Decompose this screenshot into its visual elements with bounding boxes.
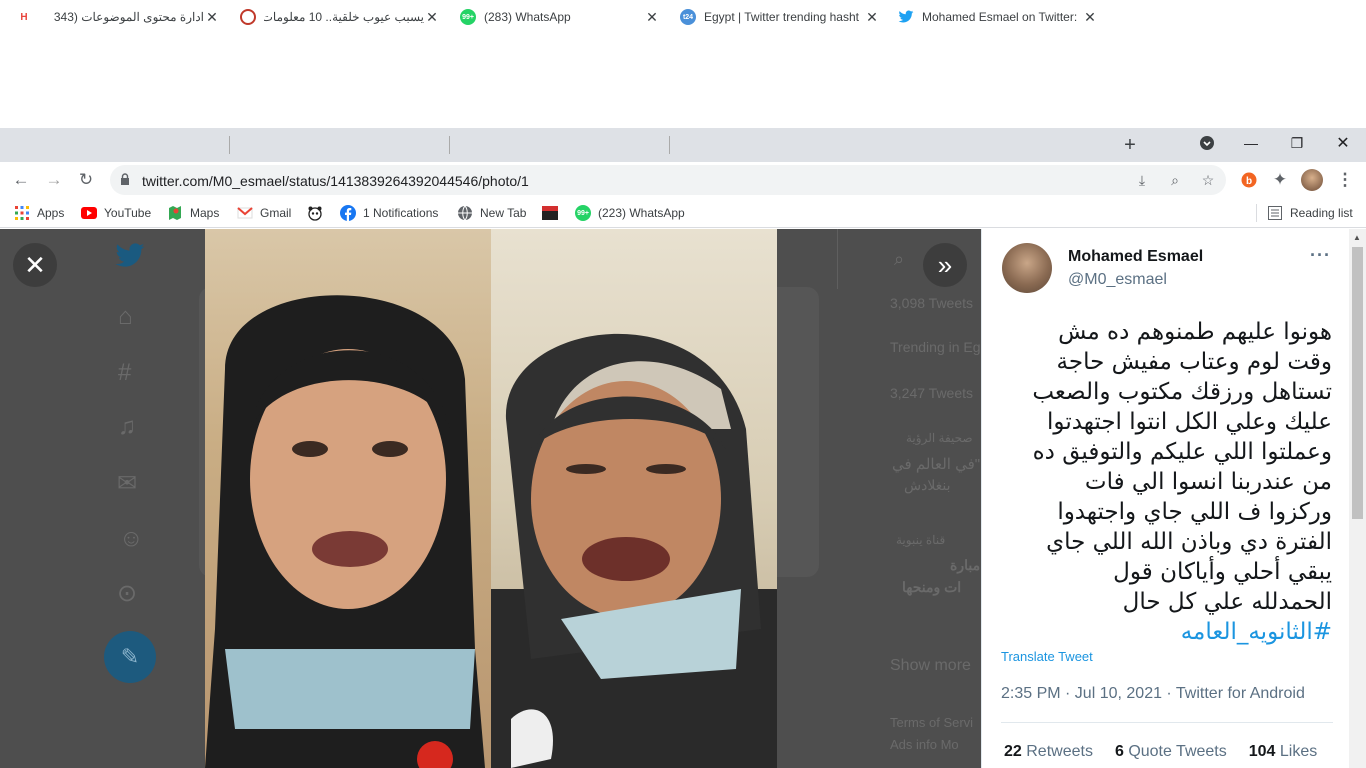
zoom-icon[interactable]: ⌕ — [1165, 170, 1185, 190]
bookmark-new-tab[interactable]: New Tab — [457, 203, 526, 223]
url-text: twitter.com/M0_esmael/status/14138392643… — [142, 173, 529, 189]
tweet-text: هونوا عليهم طمنوهم ده مش وقت لوم وعتاب م… — [1000, 317, 1332, 647]
new-tab-button[interactable]: + — [1118, 128, 1142, 162]
svg-text:b: b — [1246, 176, 1252, 187]
reload-button[interactable]: ↻ — [73, 167, 99, 193]
tab-4[interactable]: t24 Egypt | Twitter trending hasht ✕ — [672, 0, 888, 34]
facebook-icon — [340, 205, 356, 221]
tweet-body: هونوا عليهم طمنوهم ده مش وقت لوم وعتاب م… — [1032, 319, 1332, 615]
close-tab-icon[interactable]: ✕ — [424, 9, 440, 26]
profile-avatar[interactable] — [1299, 167, 1325, 193]
site-icon — [240, 9, 256, 25]
tweet-stats: 22 Retweets 6 Quote Tweets 104 Likes — [1004, 743, 1317, 761]
install-icon[interactable]: ⤓ — [1132, 170, 1152, 190]
minimize-button[interactable]: — — [1228, 128, 1274, 158]
tweet-photo — [205, 229, 777, 768]
bookmark-youtube[interactable]: YouTube — [81, 203, 151, 223]
close-tab-icon[interactable]: ✕ — [1082, 9, 1098, 26]
hashtag-link[interactable]: #الثانويه_العامه — [1181, 619, 1332, 645]
menu-kebab-icon[interactable]: ⋮ — [1332, 167, 1358, 193]
tab-3[interactable]: 99+ (283) WhatsApp ✕ — [452, 0, 668, 34]
maps-icon — [167, 205, 183, 221]
apps-grid-icon — [14, 205, 30, 221]
close-tab-icon[interactable]: ✕ — [204, 9, 220, 26]
bookmark-maps[interactable]: Maps — [167, 203, 219, 223]
likes-stat[interactable]: 104 Likes — [1249, 743, 1318, 761]
scrollbar[interactable]: ▲ — [1349, 229, 1366, 768]
panda-icon — [307, 205, 323, 221]
close-photo-button[interactable]: ✕ — [13, 243, 57, 287]
extension-icon[interactable]: b — [1236, 167, 1262, 193]
news-icon — [542, 205, 558, 221]
forward-button[interactable]: → — [41, 167, 67, 193]
address-bar[interactable]: twitter.com/M0_esmael/status/14138392643… — [110, 165, 1226, 195]
author-avatar[interactable] — [1002, 243, 1052, 293]
tab-strip — [0, 128, 1366, 162]
restore-button[interactable]: ❐ — [1274, 128, 1320, 158]
t24-icon: t24 — [680, 9, 696, 25]
author-handle[interactable]: @M0_esmael — [1068, 271, 1167, 289]
ghost-search-icon: ⌕ — [894, 249, 905, 269]
photo-modal-overlay: ⌂ # ♫ ✉ ☺ ⊙ ✎ ⌕ 3,098 Tweets Trending in… — [0, 229, 981, 768]
lock-icon — [121, 173, 129, 185]
bookmark-apps[interactable]: Apps — [14, 203, 64, 223]
h-icon: H — [20, 11, 28, 23]
tweet-detail-panel: Mohamed Esmael @M0_esmael ··· هونوا عليه… — [981, 229, 1349, 768]
photo-left-half — [205, 229, 491, 768]
reading-list-icon — [1267, 205, 1283, 221]
twitter-icon — [898, 9, 914, 25]
tab-search-icon[interactable] — [1184, 128, 1230, 158]
youtube-icon — [81, 205, 97, 221]
hashtag-icon: # — [118, 359, 132, 386]
whatsapp-icon: 99+ — [460, 9, 476, 25]
bookmark-gmail[interactable]: Gmail — [237, 203, 291, 223]
close-tab-icon[interactable]: ✕ — [644, 9, 660, 26]
twitter-logo-icon — [114, 243, 146, 276]
page-content: ⌂ # ♫ ✉ ☺ ⊙ ✎ ⌕ 3,098 Tweets Trending in… — [0, 229, 1366, 768]
profile-icon: ☺ — [119, 525, 144, 552]
back-button[interactable]: ← — [8, 167, 34, 193]
window-close-button[interactable]: ✕ — [1320, 128, 1366, 158]
bell-icon: ♫ — [118, 413, 136, 440]
mail-icon: ✉ — [117, 470, 138, 497]
extensions-puzzle-icon[interactable]: ✦ — [1267, 167, 1293, 193]
toolbar: ← → ↻ twitter.com/M0_esmael/status/14138… — [0, 162, 1366, 198]
bookmark-news[interactable] — [542, 203, 565, 223]
bookmark-panda[interactable] — [307, 203, 330, 223]
bookmark-facebook[interactable]: 1 Notifications — [340, 203, 438, 223]
tab-5-active[interactable]: Mohamed Esmael on Twitter: ✕ — [890, 0, 1106, 34]
scroll-up-icon[interactable]: ▲ — [1353, 233, 1361, 242]
bookmarks-bar: Apps YouTube Maps Gmail 1 Notifications … — [0, 198, 1366, 228]
photo-right-half — [491, 229, 777, 768]
expand-panel-button[interactable]: » — [923, 243, 967, 287]
compose-tweet-button: ✎ — [104, 631, 156, 683]
close-tab-icon[interactable]: ✕ — [864, 9, 880, 26]
more-options-icon[interactable]: ··· — [1310, 245, 1331, 266]
whatsapp-icon: 99+ — [575, 205, 591, 221]
quote-tweets-stat[interactable]: 6 Quote Tweets — [1115, 743, 1227, 761]
tab-1[interactable]: H ادارة محتوى الموضوعات (343 ✕ — [8, 0, 228, 34]
ghost-divider — [837, 229, 838, 289]
scroll-thumb[interactable] — [1352, 247, 1363, 519]
divider — [1001, 722, 1333, 723]
tab-2[interactable]: يسبب عيوب خلقية.. 10 معلومات ✕ — [232, 0, 448, 34]
globe-icon — [457, 205, 473, 221]
retweets-stat[interactable]: 22 Retweets — [1004, 743, 1093, 761]
more-circle-icon: ⊙ — [117, 580, 138, 607]
reading-list-button[interactable]: Reading list — [1267, 203, 1353, 223]
author-name[interactable]: Mohamed Esmael — [1068, 248, 1203, 266]
home-icon: ⌂ — [118, 303, 133, 330]
bookmark-whatsapp[interactable]: 99+ (223) WhatsApp — [575, 203, 685, 223]
gmail-icon — [237, 205, 253, 221]
translate-tweet-link[interactable]: Translate Tweet — [1001, 649, 1093, 664]
bookmark-star-icon[interactable]: ☆ — [1198, 170, 1218, 190]
tweet-timestamp[interactable]: 2:35 PM · Jul 10, 2021 · Twitter for And… — [1001, 685, 1305, 703]
